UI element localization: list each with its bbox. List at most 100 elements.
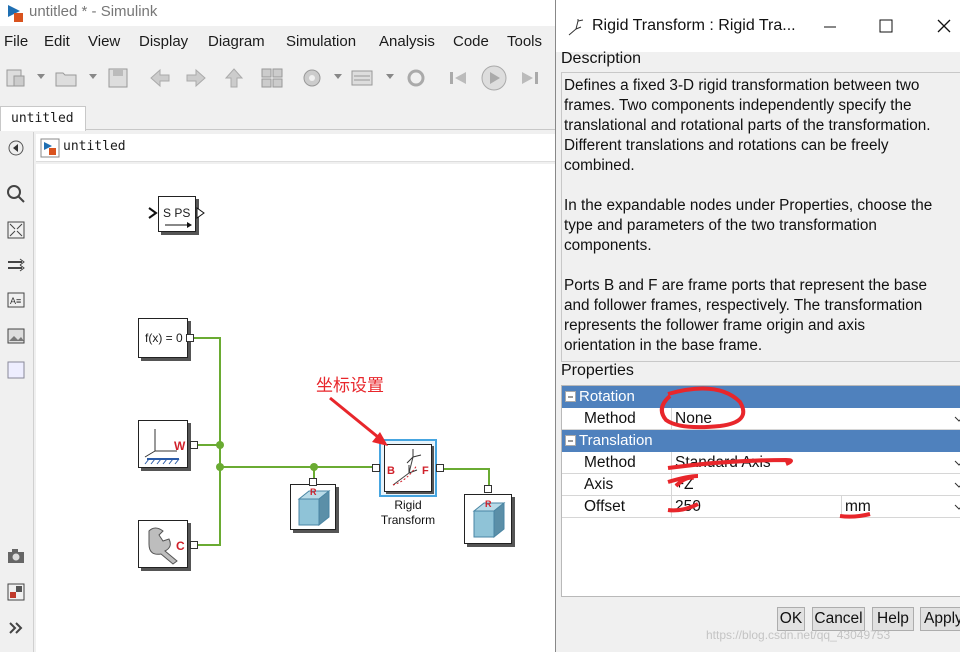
rigid-port-b[interactable]	[372, 464, 380, 472]
collapse-icon[interactable]	[565, 435, 577, 447]
menu-display[interactable]: Display	[139, 33, 188, 50]
config-port[interactable]	[190, 541, 198, 549]
dialog-title: Rigid Transform : Rigid Tra...	[592, 17, 796, 34]
fit-to-view-icon[interactable]	[6, 220, 26, 240]
hide-browser-icon[interactable]	[6, 138, 26, 158]
desc-line: In the expandable nodes under Properties…	[564, 197, 933, 214]
simulink-logo-icon	[8, 5, 23, 22]
chevron-down-icon[interactable]	[954, 416, 960, 424]
translation-method-label: Method	[584, 454, 636, 471]
palette-sidebar: A≡	[0, 132, 34, 652]
solver-configuration-block[interactable]: f(x) = 0	[138, 318, 188, 358]
sps-output-port-icon[interactable]	[196, 207, 206, 219]
desc-line: components.	[564, 237, 652, 254]
area-icon[interactable]	[6, 360, 26, 380]
simulink-window: untitled * - Simulink File Edit View Dis…	[0, 0, 960, 652]
library-browser-icon[interactable]	[260, 66, 284, 90]
axis-label: Axis	[584, 476, 614, 493]
rigid-label-line2: Transform	[380, 513, 436, 527]
solver-label: f(x) = 0	[145, 331, 183, 345]
menu-tools[interactable]: Tools	[507, 33, 542, 50]
rigid-transform-label: Rigid Transform	[366, 498, 450, 528]
rigid-port-b-label: B	[387, 465, 395, 477]
desc-line	[564, 256, 960, 276]
explorer-dropdown-icon[interactable]	[386, 74, 394, 79]
wire-to-rigid[interactable]	[219, 466, 373, 468]
junction-dot-3	[310, 463, 318, 471]
zoom-icon[interactable]	[6, 184, 26, 204]
menu-code[interactable]: Code	[453, 33, 489, 50]
solid2-port[interactable]	[484, 485, 492, 493]
address-bar: untitled	[36, 134, 560, 162]
desc-line: combined.	[564, 157, 635, 174]
menu-edit[interactable]: Edit	[44, 33, 70, 50]
desc-line: frames. Two components independently spe…	[564, 97, 912, 114]
model-explorer-icon[interactable]	[350, 66, 374, 90]
back-arrow-icon[interactable]	[148, 66, 172, 90]
step-back-icon[interactable]	[446, 66, 470, 90]
arrange-icon[interactable]	[6, 256, 26, 276]
chevron-down-icon[interactable]	[954, 460, 960, 468]
settings-gear-icon[interactable]	[300, 66, 324, 90]
simulink-ps-converter-block[interactable]: S PS	[158, 196, 196, 232]
expand-palette-icon[interactable]	[6, 618, 26, 638]
settings-dropdown-icon[interactable]	[334, 74, 342, 79]
up-arrow-icon[interactable]	[222, 66, 246, 90]
converter-arrow-icon	[165, 222, 192, 228]
collapse-icon[interactable]	[565, 391, 577, 403]
maximize-icon[interactable]	[878, 18, 894, 34]
wire-to-solid2[interactable]	[488, 468, 490, 486]
offset-label: Offset	[584, 498, 626, 515]
model-canvas[interactable]: S PS f(x) = 0 W C R B F Rigid Transform …	[36, 164, 560, 652]
step-forward-icon[interactable]	[518, 66, 542, 90]
desc-line: Defines a fixed 3-D rigid transformation…	[564, 77, 920, 94]
sps-input-port-icon[interactable]	[147, 206, 159, 220]
world-frame-block[interactable]: W	[138, 420, 188, 468]
model-browser-icon[interactable]	[6, 582, 26, 602]
wire-from-rigid[interactable]	[438, 468, 490, 470]
junction-dot-1	[216, 441, 224, 449]
close-icon[interactable]	[936, 18, 952, 34]
mechanism-configuration-block[interactable]: C	[138, 520, 188, 568]
rigid-port-f[interactable]	[436, 464, 444, 472]
new-dropdown-icon[interactable]	[37, 74, 45, 79]
annotation-arrow-icon	[329, 396, 388, 446]
image-icon[interactable]	[6, 326, 26, 346]
world-port[interactable]	[190, 441, 198, 449]
minimize-icon[interactable]	[822, 18, 838, 34]
solid2-r-label: R	[485, 499, 492, 509]
menu-simulation[interactable]: Simulation	[286, 33, 356, 50]
rigid-transform-small-icon	[568, 19, 584, 36]
tab-untitled[interactable]: untitled	[0, 106, 86, 131]
open-folder-icon[interactable]	[54, 66, 78, 90]
properties-heading: Properties	[561, 362, 634, 379]
run-icon[interactable]	[480, 64, 508, 92]
menu-diagram[interactable]: Diagram	[208, 33, 265, 50]
open-dropdown-icon[interactable]	[89, 74, 97, 79]
address-label[interactable]: untitled	[63, 139, 126, 154]
forward-arrow-icon[interactable]	[184, 66, 208, 90]
config-port-label: C	[176, 539, 185, 553]
wire-solver[interactable]	[191, 337, 221, 339]
chevron-down-icon[interactable]	[954, 504, 960, 512]
new-model-icon[interactable]	[4, 66, 28, 90]
translation-group-label: Translation	[579, 432, 653, 449]
update-diagram-icon[interactable]	[404, 66, 428, 90]
solid-block-1[interactable]: R	[290, 484, 336, 530]
toolbar	[0, 58, 560, 100]
annotation-icon[interactable]: A≡	[6, 290, 26, 310]
solid-block-2[interactable]: R	[464, 494, 512, 544]
chevron-down-icon[interactable]	[954, 482, 960, 490]
menu-analysis[interactable]: Analysis	[379, 33, 435, 50]
menu-view[interactable]: View	[88, 33, 120, 50]
solid1-port[interactable]	[309, 478, 317, 486]
camera-icon[interactable]	[6, 546, 26, 566]
desc-line: Ports B and F are frame ports that repre…	[564, 277, 928, 294]
menu-file[interactable]: File	[4, 33, 28, 50]
junction-dot-2	[216, 463, 224, 471]
model-icon	[40, 138, 60, 158]
solver-port[interactable]	[186, 334, 194, 342]
wire-config[interactable]	[195, 544, 221, 546]
save-icon[interactable]	[106, 66, 130, 90]
description-text: Defines a fixed 3-D rigid transformation…	[564, 76, 960, 356]
